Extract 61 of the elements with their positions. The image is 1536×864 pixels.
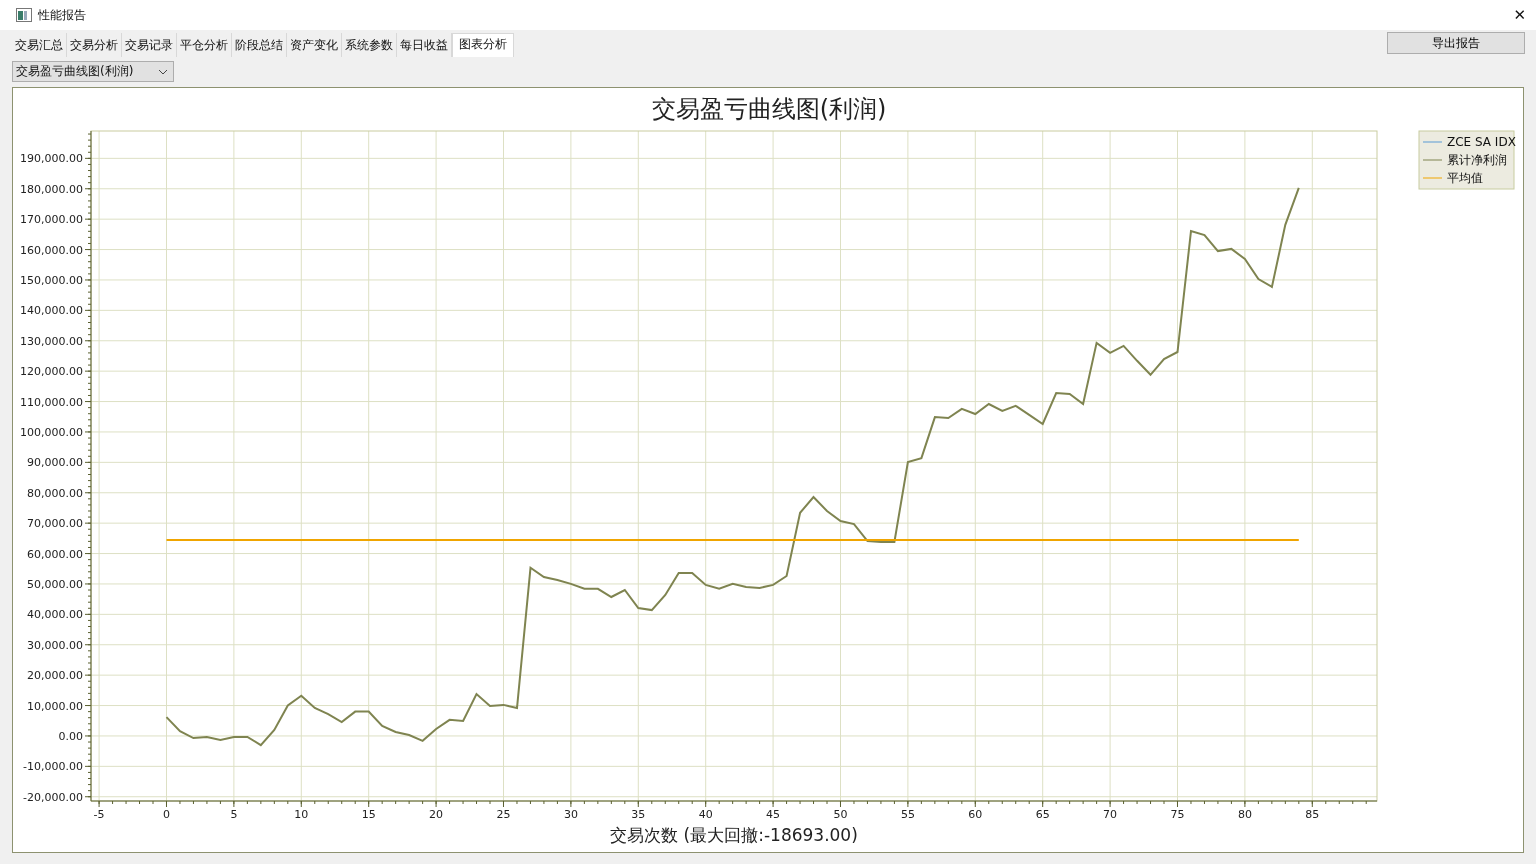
export-button[interactable]: 导出报告 [1387,32,1525,54]
x-tick-label: 0 [163,808,170,821]
x-tick-label: 35 [631,808,646,821]
chart-title: 交易盈亏曲线图(利润) [651,95,887,123]
tab[interactable]: 阶段总结 [232,33,287,57]
y-tick-label: 90,000.00 [27,456,83,470]
tab[interactable]: 交易记录 [122,33,177,57]
y-tick-label: 10,000.00 [27,699,83,713]
legend-label: 累计净利润 [1447,153,1507,167]
y-tick-label: -20,000.00 [23,790,83,804]
x-tick-label: 25 [496,808,511,821]
y-tick-label: 100,000.00 [20,425,83,439]
tab[interactable]: 每日收益 [397,33,452,57]
legend-label: 平均值 [1447,171,1483,185]
x-tick-label: 70 [1103,808,1118,821]
x-tick-label: 50 [833,808,848,821]
x-tick-label: 85 [1305,808,1320,821]
x-tick-label: 75 [1170,808,1185,821]
y-tick-label: 180,000.00 [20,182,83,196]
x-tick-label: 45 [766,808,781,821]
tab[interactable]: 图表分析 [452,33,514,57]
x-tick-label: 5 [230,808,238,821]
y-tick-label: 130,000.00 [20,334,83,348]
x-tick-label: 55 [900,808,915,821]
y-tick-label: 40,000.00 [27,608,83,622]
y-tick-label: 20,000.00 [27,669,83,683]
x-tick-label: 15 [361,808,376,821]
y-tick-label: 50,000.00 [27,577,83,591]
x-tick-label: -5 [93,808,105,821]
window-title: 性能报告 [38,6,86,24]
chart-type-dropdown[interactable]: 交易盈亏曲线图(利润) [12,61,174,82]
y-tick-label: 30,000.00 [27,638,83,652]
y-tick-label: -10,000.00 [23,760,83,774]
x-tick-label: 10 [294,808,309,821]
app-icon [16,8,32,22]
y-tick-label: 170,000.00 [20,213,83,227]
caret-icon [158,68,168,75]
y-tick-label: 160,000.00 [20,243,83,257]
x-tick-label: 40 [698,808,713,821]
x-axis-title: 交易次数 (最大回撤:-18693.00) [610,825,858,845]
x-tick-label: 30 [563,808,578,821]
x-tick-label: 20 [429,808,444,821]
tab[interactable]: 资产变化 [287,33,342,57]
y-tick-label: 80,000.00 [27,486,83,500]
tab[interactable]: 平仓分析 [177,33,232,57]
y-tick-label: 190,000.00 [20,152,83,166]
y-tick-label: 0.00 [58,729,83,743]
x-tick-label: 80 [1237,808,1252,821]
tab[interactable]: 系统参数 [342,33,397,57]
tab[interactable]: 交易汇总 [12,33,67,57]
y-tick-label: 140,000.00 [20,304,83,318]
close-button[interactable]: ✕ [1513,6,1526,24]
tab[interactable]: 交易分析 [67,33,122,57]
y-tick-label: 120,000.00 [20,365,83,379]
y-tick-label: 110,000.00 [20,395,83,409]
x-tick-label: 65 [1035,808,1050,821]
legend-label: ZCE SA IDX [1447,135,1516,149]
x-tick-label: 60 [968,808,983,821]
y-tick-label: 150,000.00 [20,273,83,287]
y-tick-label: 70,000.00 [27,517,83,531]
y-tick-label: 60,000.00 [27,547,83,561]
